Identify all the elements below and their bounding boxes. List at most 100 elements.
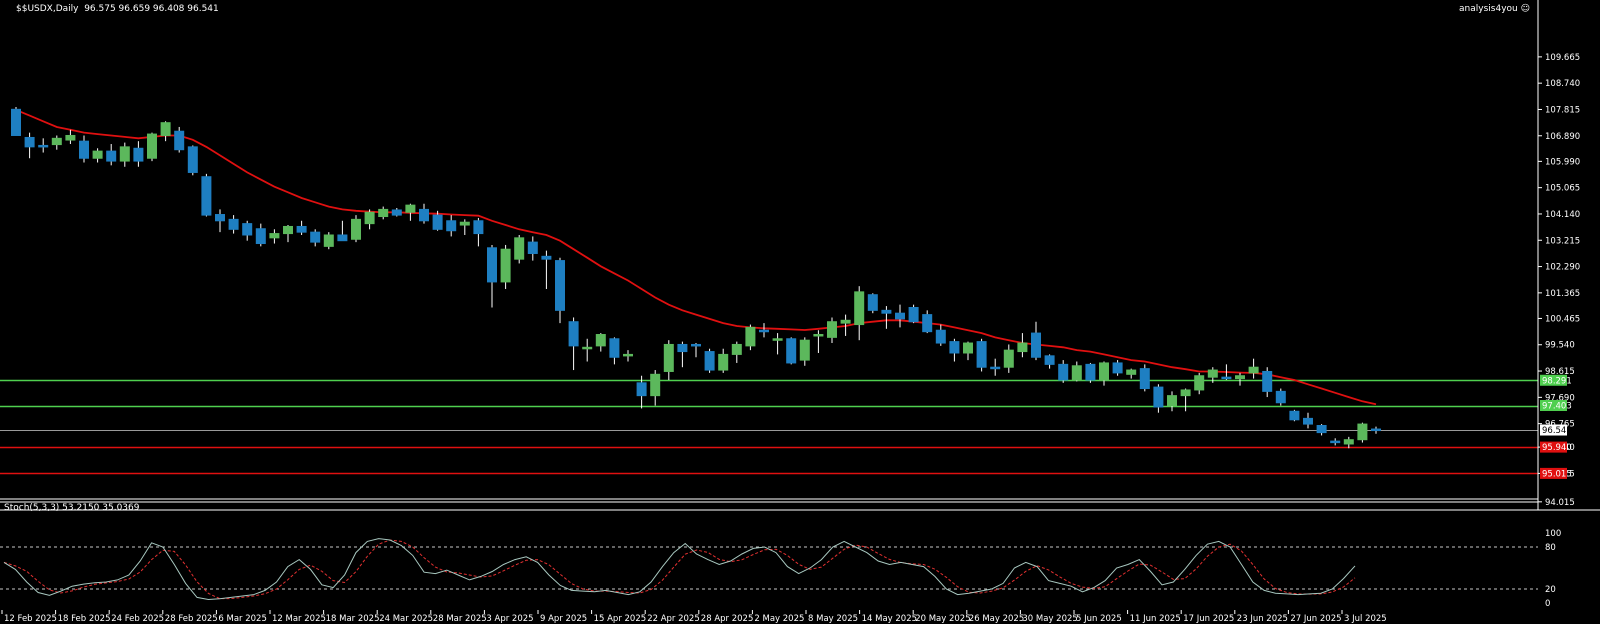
candle-body <box>323 234 334 247</box>
candle-body <box>514 237 525 260</box>
candle[interactable] <box>1275 388 1286 406</box>
candle-body <box>745 326 756 347</box>
price-tick-label: 99.540 <box>1545 341 1575 351</box>
candle-body <box>1371 428 1381 432</box>
candle-body <box>378 208 389 218</box>
date-tick-label: 5 Jun 2025 <box>1076 614 1122 624</box>
candle[interactable] <box>11 107 21 136</box>
candle[interactable] <box>1357 422 1368 443</box>
date-tick-label: 12 Mar 2025 <box>272 614 326 624</box>
candle-body <box>1153 386 1164 408</box>
price-tag-label: 95.015 <box>1542 469 1572 479</box>
candle-body <box>1071 365 1082 381</box>
date-tick-label: 30 May 2025 <box>1022 614 1077 624</box>
candle-body <box>867 294 878 311</box>
candle-body <box>106 150 117 162</box>
candle-body <box>1139 368 1150 390</box>
candle-body <box>119 146 130 162</box>
candle-body <box>51 137 62 146</box>
price-tick-label: 105.065 <box>1545 184 1580 194</box>
date-tick-label: 20 May 2025 <box>915 614 970 624</box>
candle-body <box>1289 410 1300 421</box>
candle[interactable] <box>323 232 334 250</box>
candle-body <box>419 208 429 222</box>
candle-body <box>160 122 171 136</box>
candle-body <box>677 343 688 353</box>
candle-body <box>473 220 484 235</box>
price-tag-label: 96.541 <box>1542 426 1572 436</box>
date-tick-label: 18 Mar 2025 <box>326 614 380 624</box>
candle[interactable] <box>786 337 797 365</box>
candle-body <box>731 343 742 355</box>
candle-body <box>1058 363 1069 381</box>
candle[interactable] <box>174 126 185 153</box>
date-tick-label: 24 Mar 2025 <box>379 614 433 624</box>
candle[interactable] <box>908 304 919 324</box>
price-tag-label: 97.403 <box>1542 402 1572 412</box>
date-tick-label: 28 Mar 2025 <box>433 614 487 624</box>
candle-body <box>1262 370 1273 392</box>
branding-text: analysis4you <box>1459 4 1518 14</box>
candle-body <box>813 334 824 337</box>
price-tick-label: 105.990 <box>1545 157 1580 167</box>
branding-label: analysis4you ☺ <box>1459 4 1530 14</box>
candle-body <box>1248 366 1259 374</box>
date-tick-label: 3 Jul 2025 <box>1344 614 1387 624</box>
symbol-header: $$USDX,Daily 96.575 96.659 96.408 96.541 <box>16 4 219 14</box>
candle-body <box>500 248 511 283</box>
candle-body <box>718 353 729 371</box>
candle[interactable] <box>976 338 987 372</box>
date-tick-label: 22 Apr 2025 <box>647 614 700 624</box>
candle-body <box>1112 362 1123 374</box>
date-tick-label: 24 Feb 2025 <box>111 614 164 624</box>
date-tick-label: 14 May 2025 <box>862 614 917 624</box>
candle[interactable] <box>500 244 511 290</box>
candle-body <box>92 150 103 159</box>
candle[interactable] <box>867 293 878 314</box>
candle-body <box>228 218 239 230</box>
stoch-tick-label: 100 <box>1545 529 1561 539</box>
trading-chart[interactable]: 109.665 108.740 107.815 106.890 105.990 105.0… <box>0 0 1600 624</box>
candle-body <box>1303 417 1313 425</box>
candle-body <box>446 220 457 232</box>
candle-body <box>242 223 253 236</box>
price-tick-label: 108.740 <box>1545 79 1580 89</box>
price-tick-label: 107.815 <box>1545 105 1580 115</box>
candle-body <box>1330 440 1341 444</box>
candle[interactable] <box>514 234 525 264</box>
candle-body <box>935 329 946 344</box>
candle-body <box>527 241 538 254</box>
candle[interactable] <box>187 145 198 176</box>
candle[interactable] <box>351 215 361 243</box>
candle-body <box>147 133 157 159</box>
candle[interactable] <box>201 173 212 217</box>
price-tag-label: 95.940 <box>1542 443 1572 453</box>
candle[interactable] <box>1112 360 1123 376</box>
candle[interactable] <box>1139 364 1150 392</box>
date-tick-label: 28 Apr 2025 <box>701 614 754 624</box>
price-tick-label: 101.365 <box>1545 289 1580 299</box>
candle-body <box>854 291 865 326</box>
candle-body <box>908 306 919 323</box>
candle[interactable] <box>147 132 157 162</box>
date-tick-label: 27 Jun 2025 <box>1290 614 1341 624</box>
date-tick-label: 18 Feb 2025 <box>58 614 111 624</box>
candle-body <box>799 339 810 361</box>
candle-body <box>296 225 307 233</box>
price-tick-label: 100.465 <box>1545 314 1580 324</box>
candle-body <box>772 338 783 341</box>
candle[interactable] <box>1289 409 1300 422</box>
candle-body <box>704 351 715 371</box>
date-tick-label: 8 May 2025 <box>808 614 858 624</box>
date-tick-label: 15 Apr 2025 <box>594 614 647 624</box>
candle-body <box>215 214 225 222</box>
candle[interactable] <box>1085 362 1096 383</box>
candle-body <box>255 228 266 245</box>
price-tick-label: 94.015 <box>1545 498 1575 508</box>
candle[interactable] <box>704 348 715 373</box>
chart-background <box>0 0 1600 624</box>
candle[interactable] <box>745 324 756 351</box>
candle-body <box>79 140 89 159</box>
candle-body <box>1316 424 1327 434</box>
date-tick-label: 23 Jun 2025 <box>1237 614 1288 624</box>
